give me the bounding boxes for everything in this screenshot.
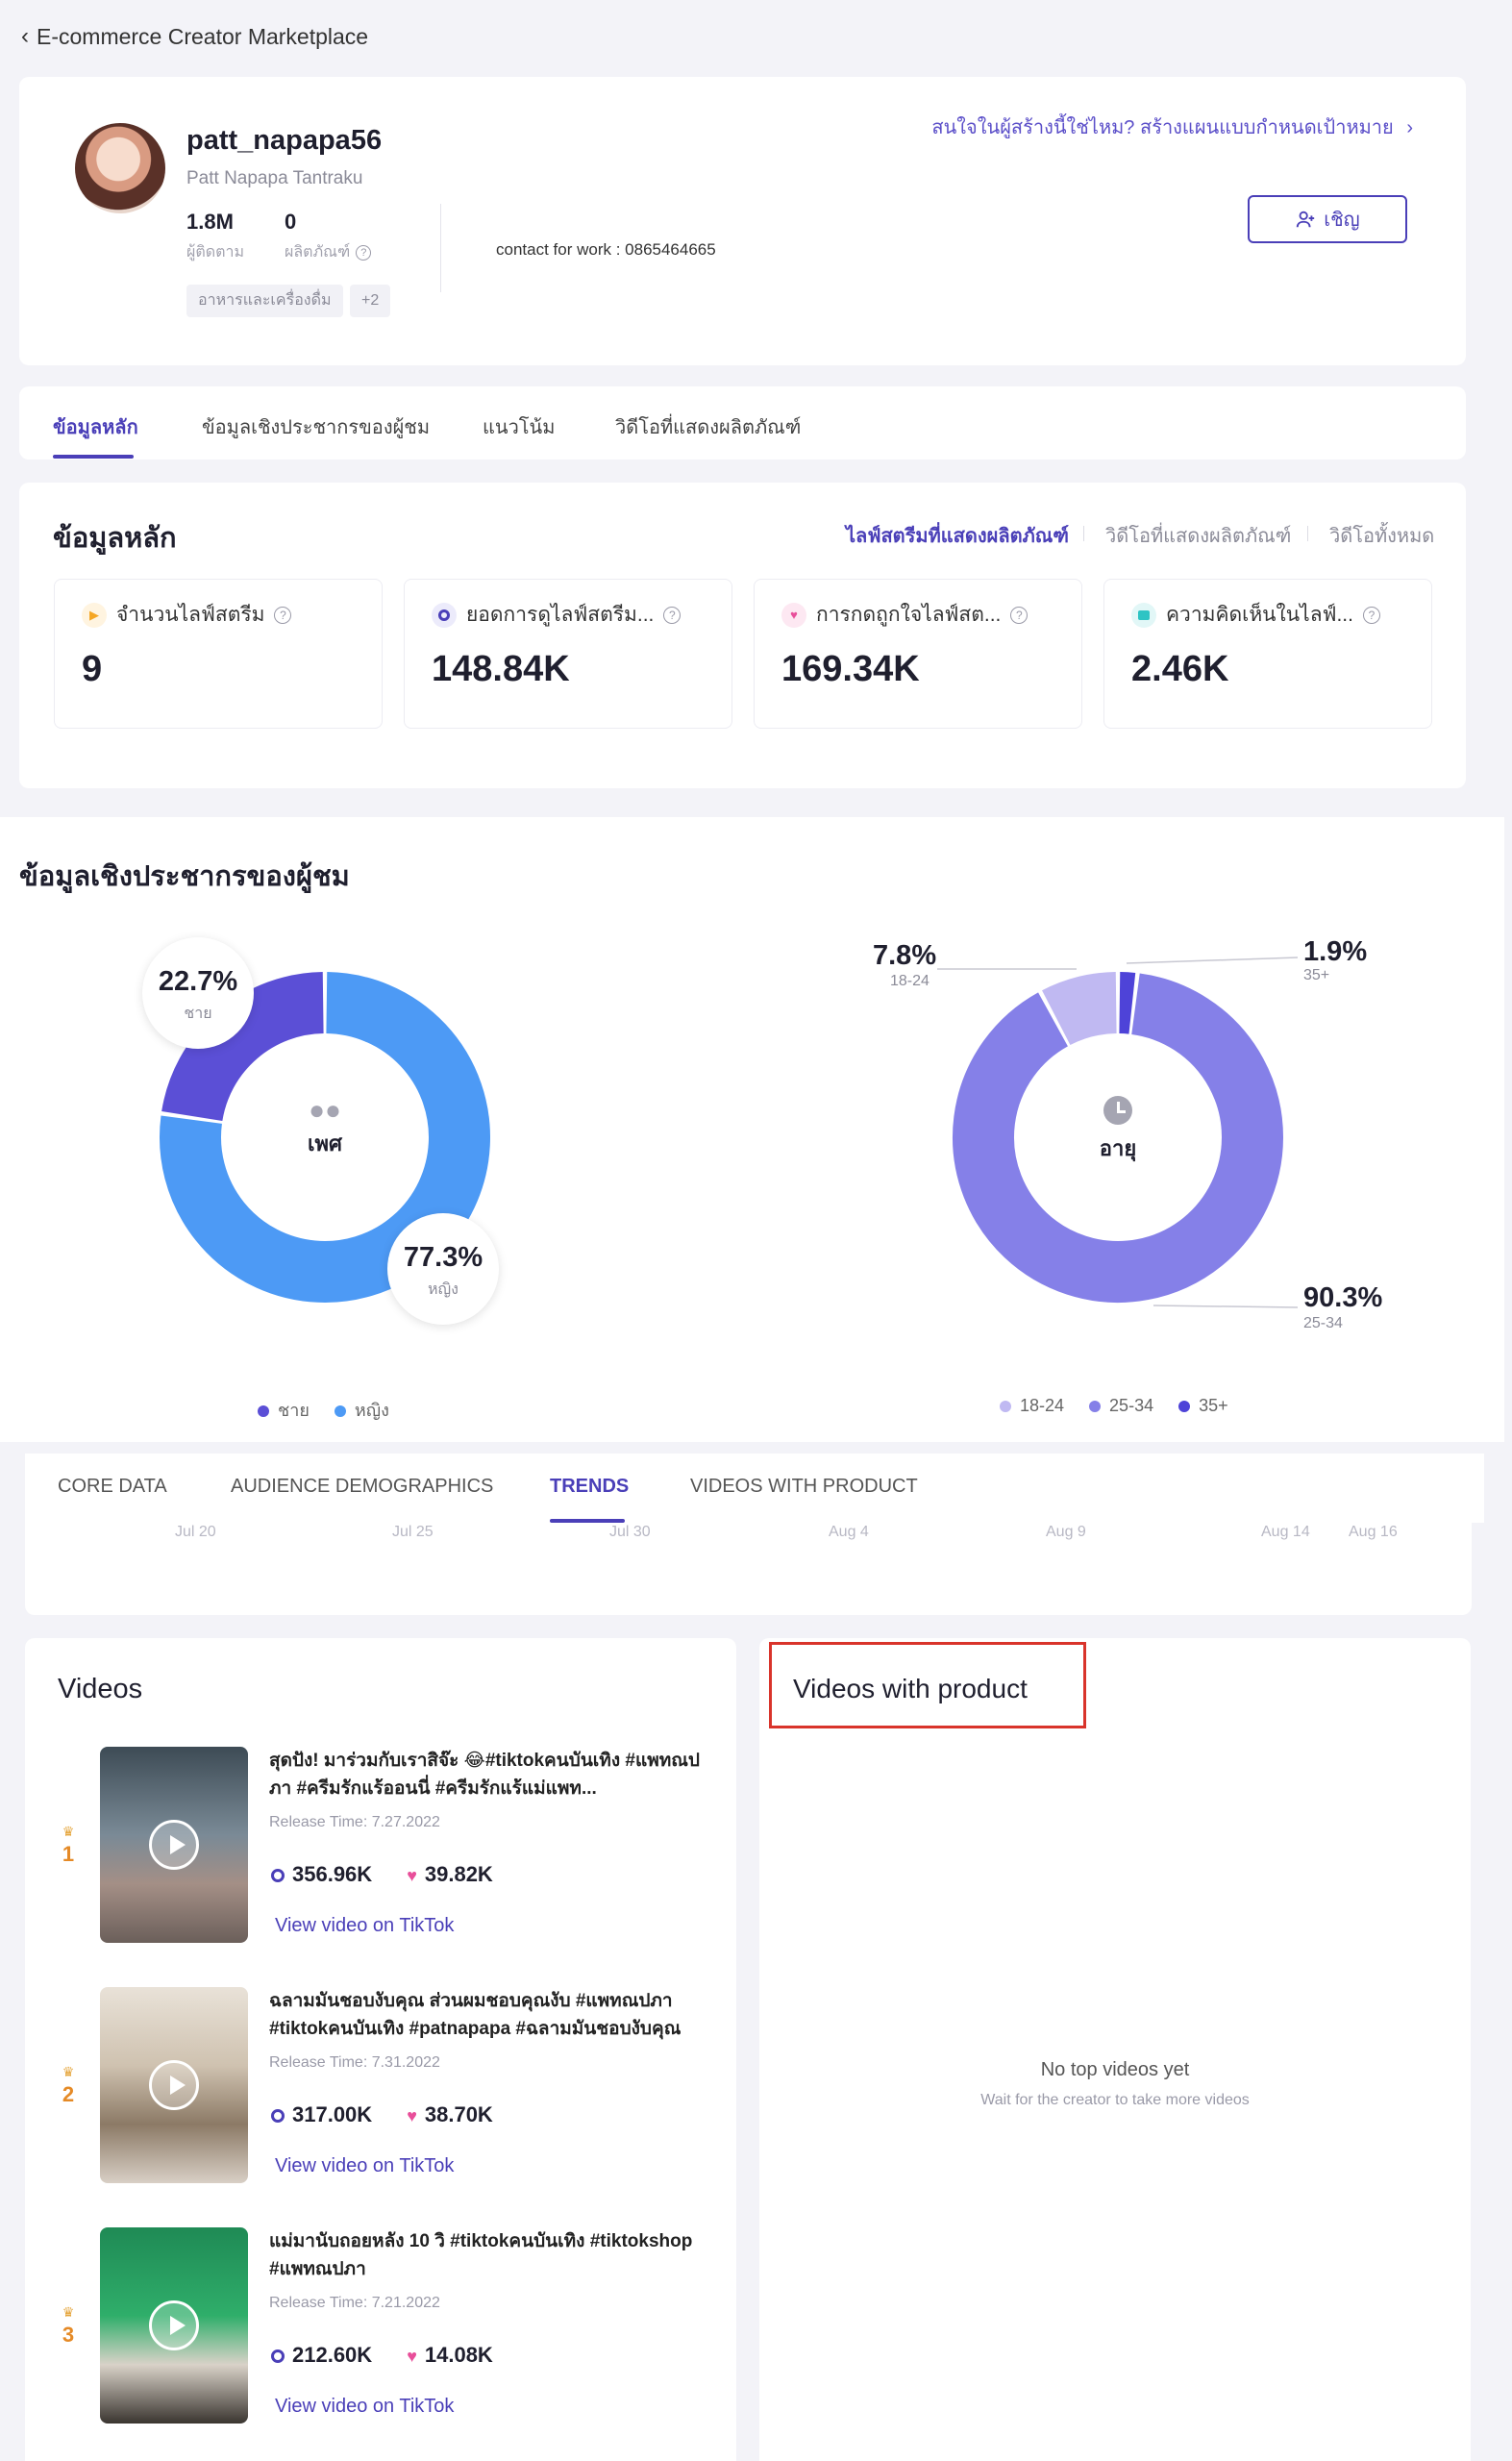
likes-value: 14.08K bbox=[424, 2343, 493, 2367]
video-thumbnail[interactable] bbox=[100, 1747, 248, 1943]
eye-icon bbox=[271, 2349, 285, 2364]
empty-state-title: No top videos yet bbox=[1040, 2059, 1190, 2080]
rank-badge: ♛ 2 bbox=[58, 2064, 79, 2107]
video-thumbnail[interactable] bbox=[100, 1987, 248, 2183]
views-stat: 212.60K bbox=[271, 2343, 372, 2368]
legend-item-25-34[interactable]: 25-34 bbox=[1089, 1396, 1153, 1416]
legend-dot bbox=[1178, 1401, 1191, 1413]
release-time: Release Time: 7.27.2022 bbox=[269, 1814, 440, 1830]
axis-tick: Aug 9 bbox=[1046, 1524, 1086, 1540]
legend-dot bbox=[1000, 1401, 1011, 1413]
axis-tick: Aug 4 bbox=[829, 1524, 869, 1540]
axis-tick: Jul 20 bbox=[175, 1524, 216, 1540]
views-stat: 356.96K bbox=[271, 1862, 372, 1887]
play-icon[interactable] bbox=[149, 2300, 199, 2350]
legend-dot bbox=[334, 1405, 346, 1418]
likes-stat: ♥ 14.08K bbox=[407, 2343, 493, 2368]
axis-tick: Aug 16 bbox=[1349, 1524, 1398, 1540]
tab-core-data-en[interactable]: CORE DATA bbox=[58, 1476, 167, 1498]
legend-label: 25-34 bbox=[1109, 1396, 1154, 1415]
video-item-1: ♛ 1 สุดปัง! มาร่วมกับเราสิจ๊ะ 😂#tiktokคนบ… bbox=[58, 1747, 711, 1949]
views-value: 317.00K bbox=[292, 2102, 373, 2126]
views-stat: 317.00K bbox=[271, 2102, 372, 2127]
release-time: Release Time: 7.21.2022 bbox=[269, 2295, 440, 2311]
axis-tick: Aug 14 bbox=[1261, 1524, 1310, 1540]
view-on-tiktok-link[interactable]: View video on TikTok bbox=[275, 2155, 454, 2177]
rank-number: 1 bbox=[62, 1842, 75, 1866]
legend-label: 18-24 bbox=[1020, 1396, 1065, 1415]
likes-stat: ♥ 39.82K bbox=[407, 1862, 493, 1887]
empty-state-subtitle: Wait for the creator to take more videos bbox=[980, 2092, 1250, 2108]
rank-number: 3 bbox=[62, 2323, 75, 2347]
video-stats: 317.00K ♥ 38.70K bbox=[271, 2102, 493, 2127]
likes-value: 39.82K bbox=[424, 1862, 493, 1886]
rank-number: 2 bbox=[62, 2082, 75, 2106]
legend-item-female[interactable]: หญิง bbox=[334, 1396, 389, 1424]
heart-icon: ♥ bbox=[407, 2106, 417, 2125]
crown-icon: ♛ bbox=[62, 2304, 75, 2320]
age-25-34-label: 25-34 bbox=[1303, 1315, 1343, 1331]
rank-badge: ♛ 3 bbox=[58, 2304, 79, 2348]
video-item-2: ♛ 2 ฉลามมันชอบงับคุณ ส่วนผมชอบคุณงับ #แพท… bbox=[58, 1987, 711, 2189]
legend-dot bbox=[1089, 1401, 1102, 1413]
legend-label: ชาย bbox=[278, 1401, 310, 1420]
legend-item-male[interactable]: ชาย bbox=[258, 1396, 310, 1424]
video-title: ฉลามมันชอบงับคุณ ส่วนผมชอบคุณงับ #แพทณปภ… bbox=[269, 1991, 682, 2039]
video-stats: 356.96K ♥ 39.82K bbox=[271, 1862, 493, 1887]
video-item-3: ♛ 3 แม่มานับถอยหลัง 10 วิ #tiktokคนบันเทิ… bbox=[58, 2227, 711, 2429]
axis-tick: Jul 30 bbox=[609, 1524, 651, 1540]
age-18-24-pct: 7.8% bbox=[873, 940, 937, 971]
legend-item-35plus[interactable]: 35+ bbox=[1178, 1396, 1228, 1416]
axis-tick: Jul 25 bbox=[392, 1524, 434, 1540]
rank-badge: ♛ 1 bbox=[58, 1824, 79, 1867]
crown-icon: ♛ bbox=[62, 2064, 75, 2079]
legend-item-18-24[interactable]: 18-24 bbox=[1000, 1396, 1064, 1416]
age-legend: 18-24 25-34 35+ bbox=[1000, 1396, 1228, 1416]
age-25-34-pct: 90.3% bbox=[1303, 1282, 1383, 1313]
tab-audience-demographics-en[interactable]: AUDIENCE DEMOGRAPHICS bbox=[231, 1476, 493, 1498]
video-title: แม่มานับถอยหลัง 10 วิ #tiktokคนบันเทิง #… bbox=[269, 2231, 693, 2279]
age-35plus-label: 35+ bbox=[1303, 967, 1330, 983]
heart-icon: ♥ bbox=[407, 1866, 417, 1885]
age-35plus-pct: 1.9% bbox=[1303, 936, 1368, 967]
video-title: สุดปัง! มาร่วมกับเราสิจ๊ะ 😂#tiktokคนบันเ… bbox=[269, 1751, 700, 1799]
likes-value: 38.70K bbox=[424, 2102, 493, 2126]
legend-label: หญิง bbox=[354, 1401, 389, 1420]
likes-stat: ♥ 38.70K bbox=[407, 2102, 493, 2127]
eye-icon bbox=[271, 2109, 285, 2124]
videos-title: Videos bbox=[58, 1674, 143, 1704]
videos-with-product-title: Videos with product bbox=[793, 1674, 1028, 1703]
view-on-tiktok-link[interactable]: View video on TikTok bbox=[275, 1915, 454, 1937]
view-on-tiktok-link[interactable]: View video on TikTok bbox=[275, 2396, 454, 2418]
tab-videos-with-product-en[interactable]: VIDEOS WITH PRODUCT bbox=[690, 1476, 918, 1498]
release-time: Release Time: 7.31.2022 bbox=[269, 2054, 440, 2071]
views-value: 356.96K bbox=[292, 1862, 373, 1886]
trends-tab-indicator bbox=[550, 1519, 625, 1523]
video-thumbnail[interactable] bbox=[100, 2227, 248, 2424]
legend-label: 35+ bbox=[1199, 1396, 1228, 1415]
tab-trends-en[interactable]: TRENDS bbox=[550, 1476, 629, 1498]
videos-with-product-card bbox=[759, 1638, 1471, 2461]
crown-icon: ♛ bbox=[62, 1824, 75, 1839]
views-value: 212.60K bbox=[292, 2343, 373, 2367]
legend-dot bbox=[258, 1405, 269, 1418]
age-18-24-label: 18-24 bbox=[890, 973, 930, 989]
heart-icon: ♥ bbox=[407, 2347, 417, 2366]
video-stats: 212.60K ♥ 14.08K bbox=[271, 2343, 493, 2368]
play-icon[interactable] bbox=[149, 2060, 199, 2110]
gender-legend: ชาย หญิง bbox=[258, 1396, 389, 1424]
age-leader-lines bbox=[937, 957, 1299, 1308]
play-icon[interactable] bbox=[149, 1820, 199, 1870]
eye-icon bbox=[271, 1869, 285, 1883]
